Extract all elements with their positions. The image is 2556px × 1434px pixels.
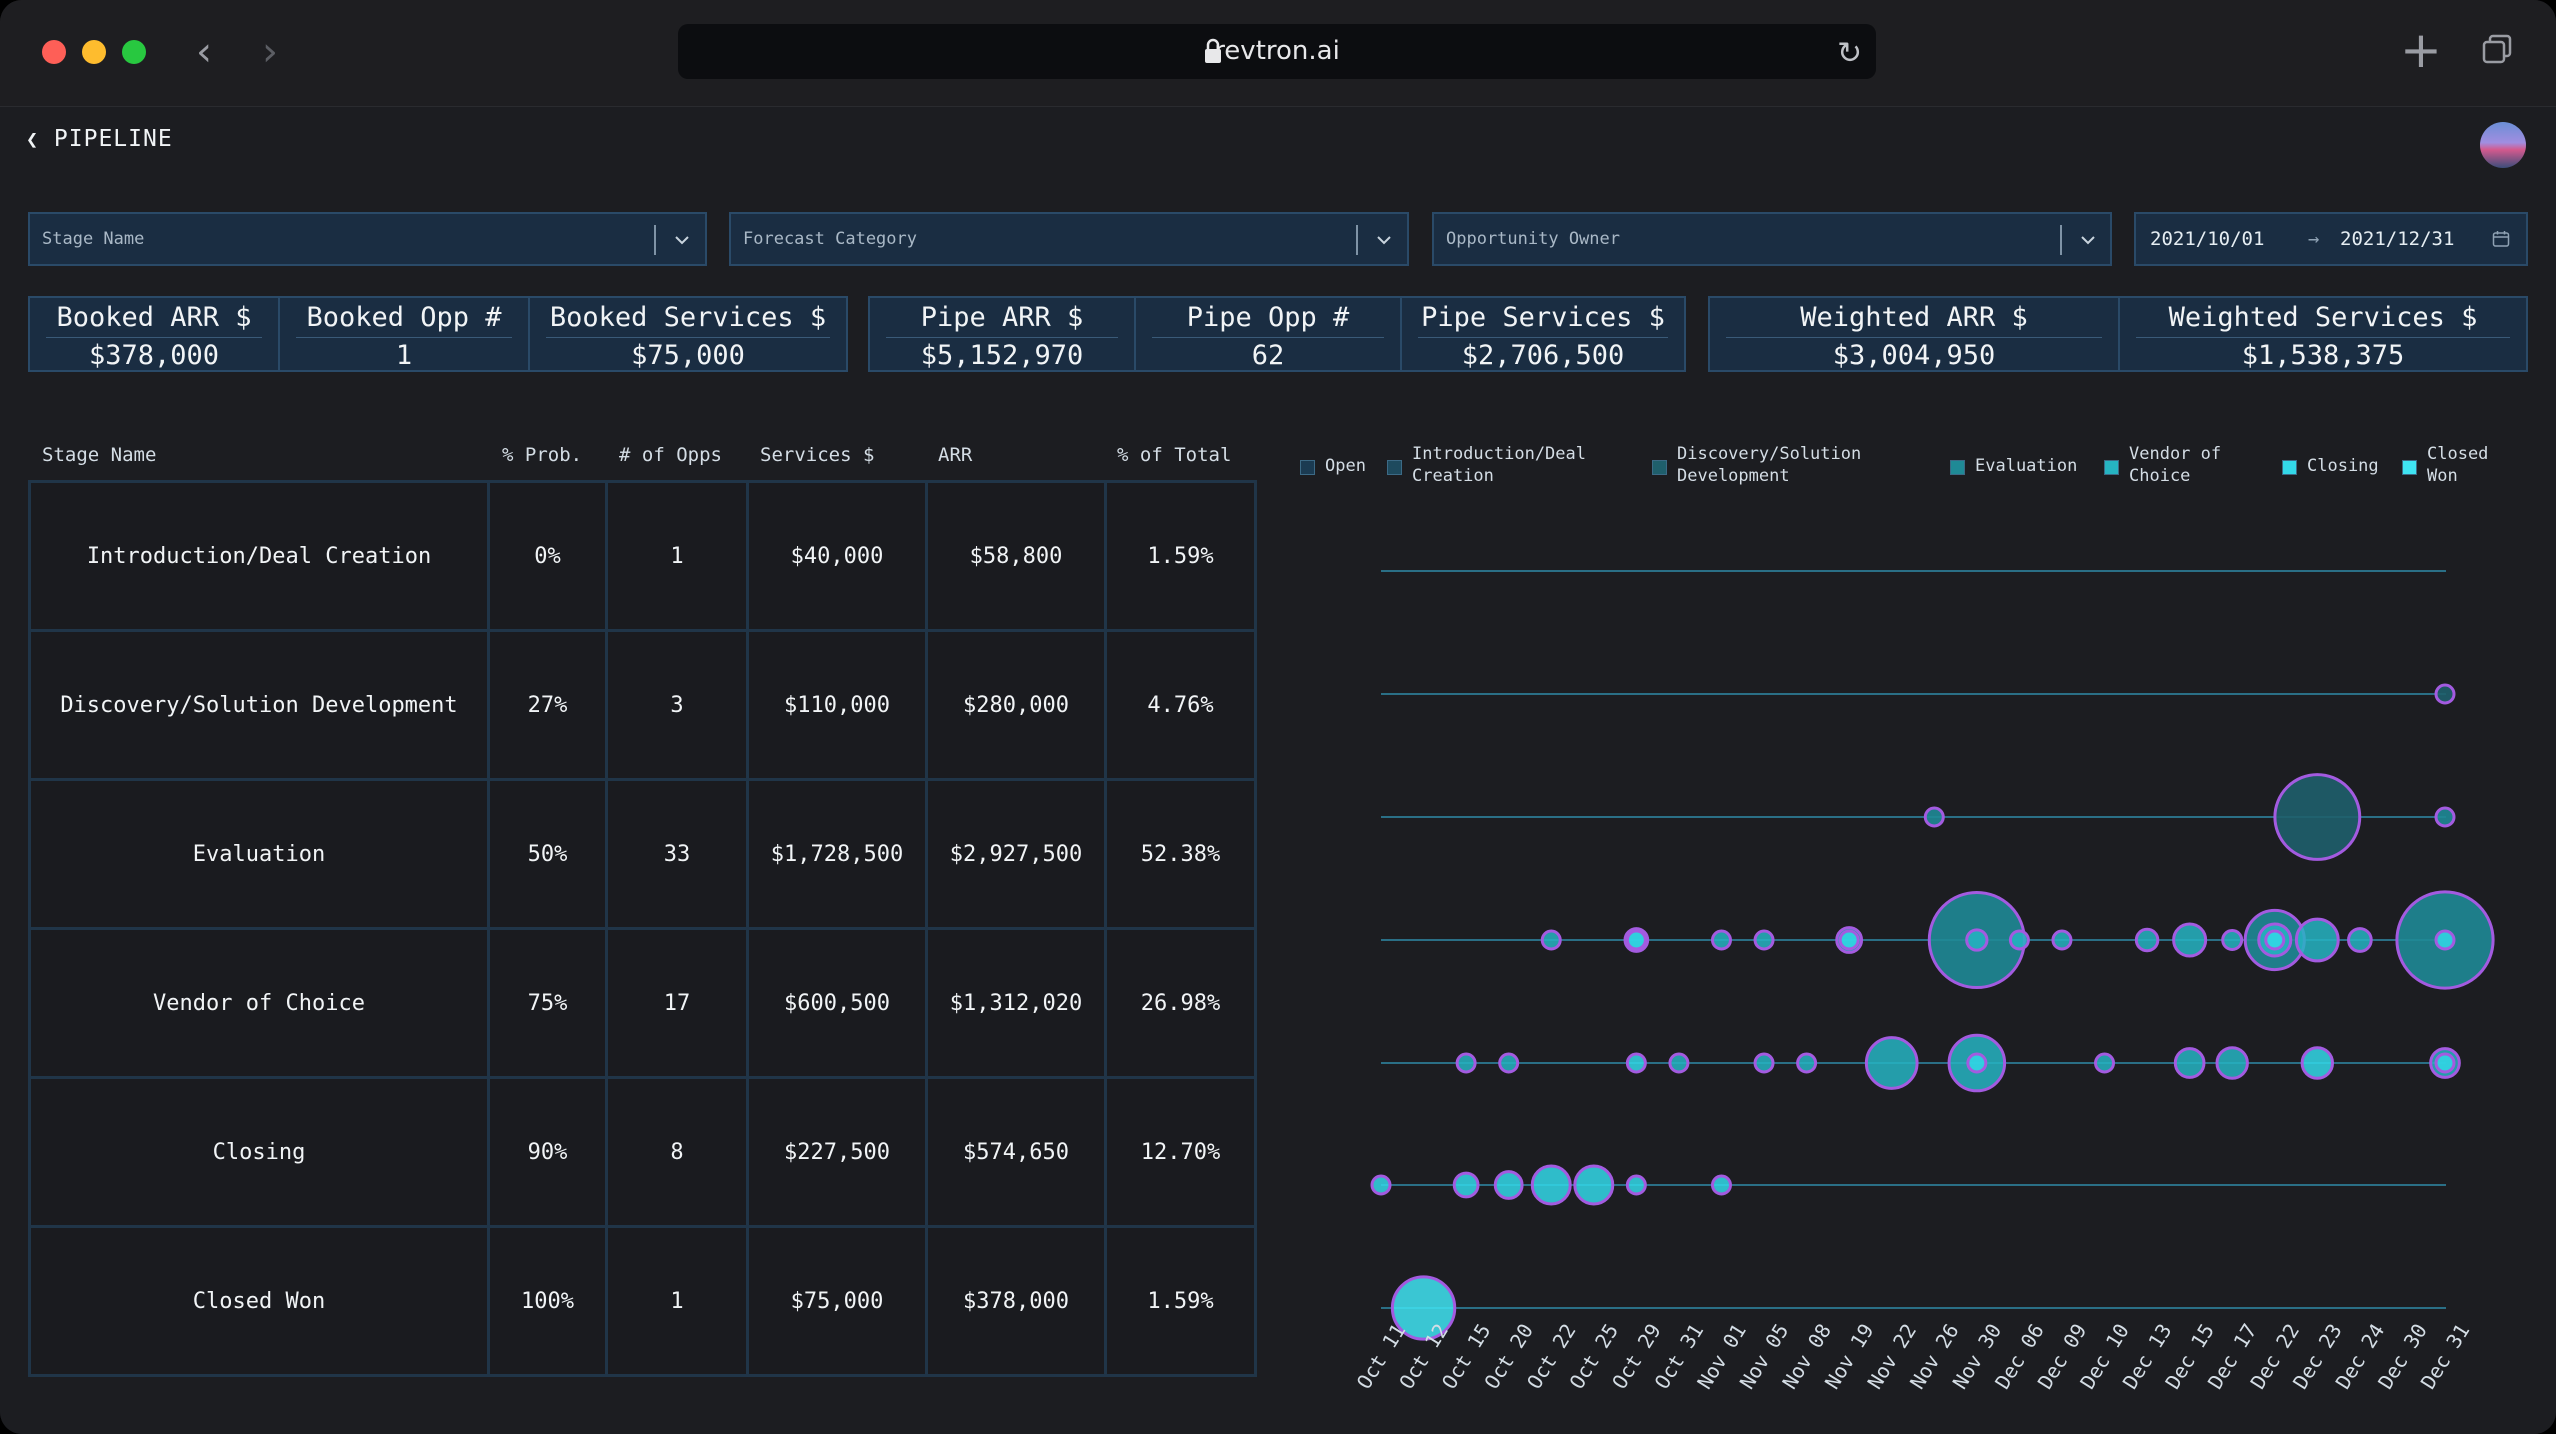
opportunity-bubble[interactable] <box>2434 1052 2456 1074</box>
opportunity-bubble[interactable] <box>1625 1052 1647 1074</box>
opportunity-bubble[interactable] <box>1573 1164 1615 1206</box>
opportunity-bubble[interactable] <box>1838 929 1860 951</box>
opportunity-bubble[interactable] <box>1625 929 1647 951</box>
opportunity-bubble[interactable] <box>2173 1047 2206 1079</box>
opportunity-bubble[interactable] <box>2300 1046 2335 1080</box>
opportunity-bubble[interactable] <box>1370 1174 1392 1196</box>
opportunity-bubble[interactable] <box>2134 927 2160 953</box>
opportunity-bubble[interactable] <box>1452 1171 1480 1199</box>
opportunity-bubble[interactable] <box>1864 1036 1919 1090</box>
opportunity-bubble[interactable] <box>2434 683 2456 705</box>
opportunity-bubble[interactable] <box>1498 1052 1520 1074</box>
opportunity-bubble[interactable] <box>2172 922 2208 958</box>
opportunity-bubble[interactable] <box>1923 806 1945 828</box>
opportunity-bubble[interactable] <box>1493 1170 1524 1200</box>
opportunity-bubble[interactable] <box>1966 1052 1988 1074</box>
opportunity-bubble[interactable] <box>2434 929 2456 951</box>
opportunity-bubble[interactable] <box>2273 773 2362 861</box>
opportunity-bubble[interactable] <box>1710 1174 1732 1196</box>
opportunity-bubble[interactable] <box>2264 929 2286 951</box>
opportunity-bubble[interactable] <box>2051 929 2073 951</box>
opportunity-bubble[interactable] <box>2008 929 2030 951</box>
opportunity-bubble[interactable] <box>2434 806 2456 828</box>
pipeline-bubble-chart: Oct 11Oct 12Oct 15Oct 20Oct 22Oct 25Oct … <box>1352 570 2495 1393</box>
opportunity-bubble[interactable] <box>2347 927 2373 953</box>
opportunity-bubble[interactable] <box>1625 1174 1647 1196</box>
opportunity-bubble[interactable] <box>1540 929 1562 951</box>
opportunity-bubble[interactable] <box>1455 1052 1477 1074</box>
opportunity-bubble[interactable] <box>1965 928 1989 952</box>
browser-window: ‹ › revtron.ai ↻ + ❮ PIPELINE Stage Name… <box>0 0 2556 1434</box>
opportunity-bubble[interactable] <box>1796 1052 1818 1074</box>
opportunity-bubble[interactable] <box>1668 1052 1690 1074</box>
opportunity-bubble[interactable] <box>2294 917 2340 963</box>
opportunity-bubble[interactable] <box>1753 1052 1775 1074</box>
opportunity-bubble[interactable] <box>2215 1046 2249 1080</box>
opportunity-bubble[interactable] <box>1530 1164 1572 1206</box>
opportunity-bubble[interactable] <box>2094 1052 2116 1074</box>
opportunity-bubble[interactable] <box>1753 929 1775 951</box>
opportunity-bubble[interactable] <box>1710 929 1732 951</box>
opportunity-bubble[interactable] <box>2221 929 2244 951</box>
